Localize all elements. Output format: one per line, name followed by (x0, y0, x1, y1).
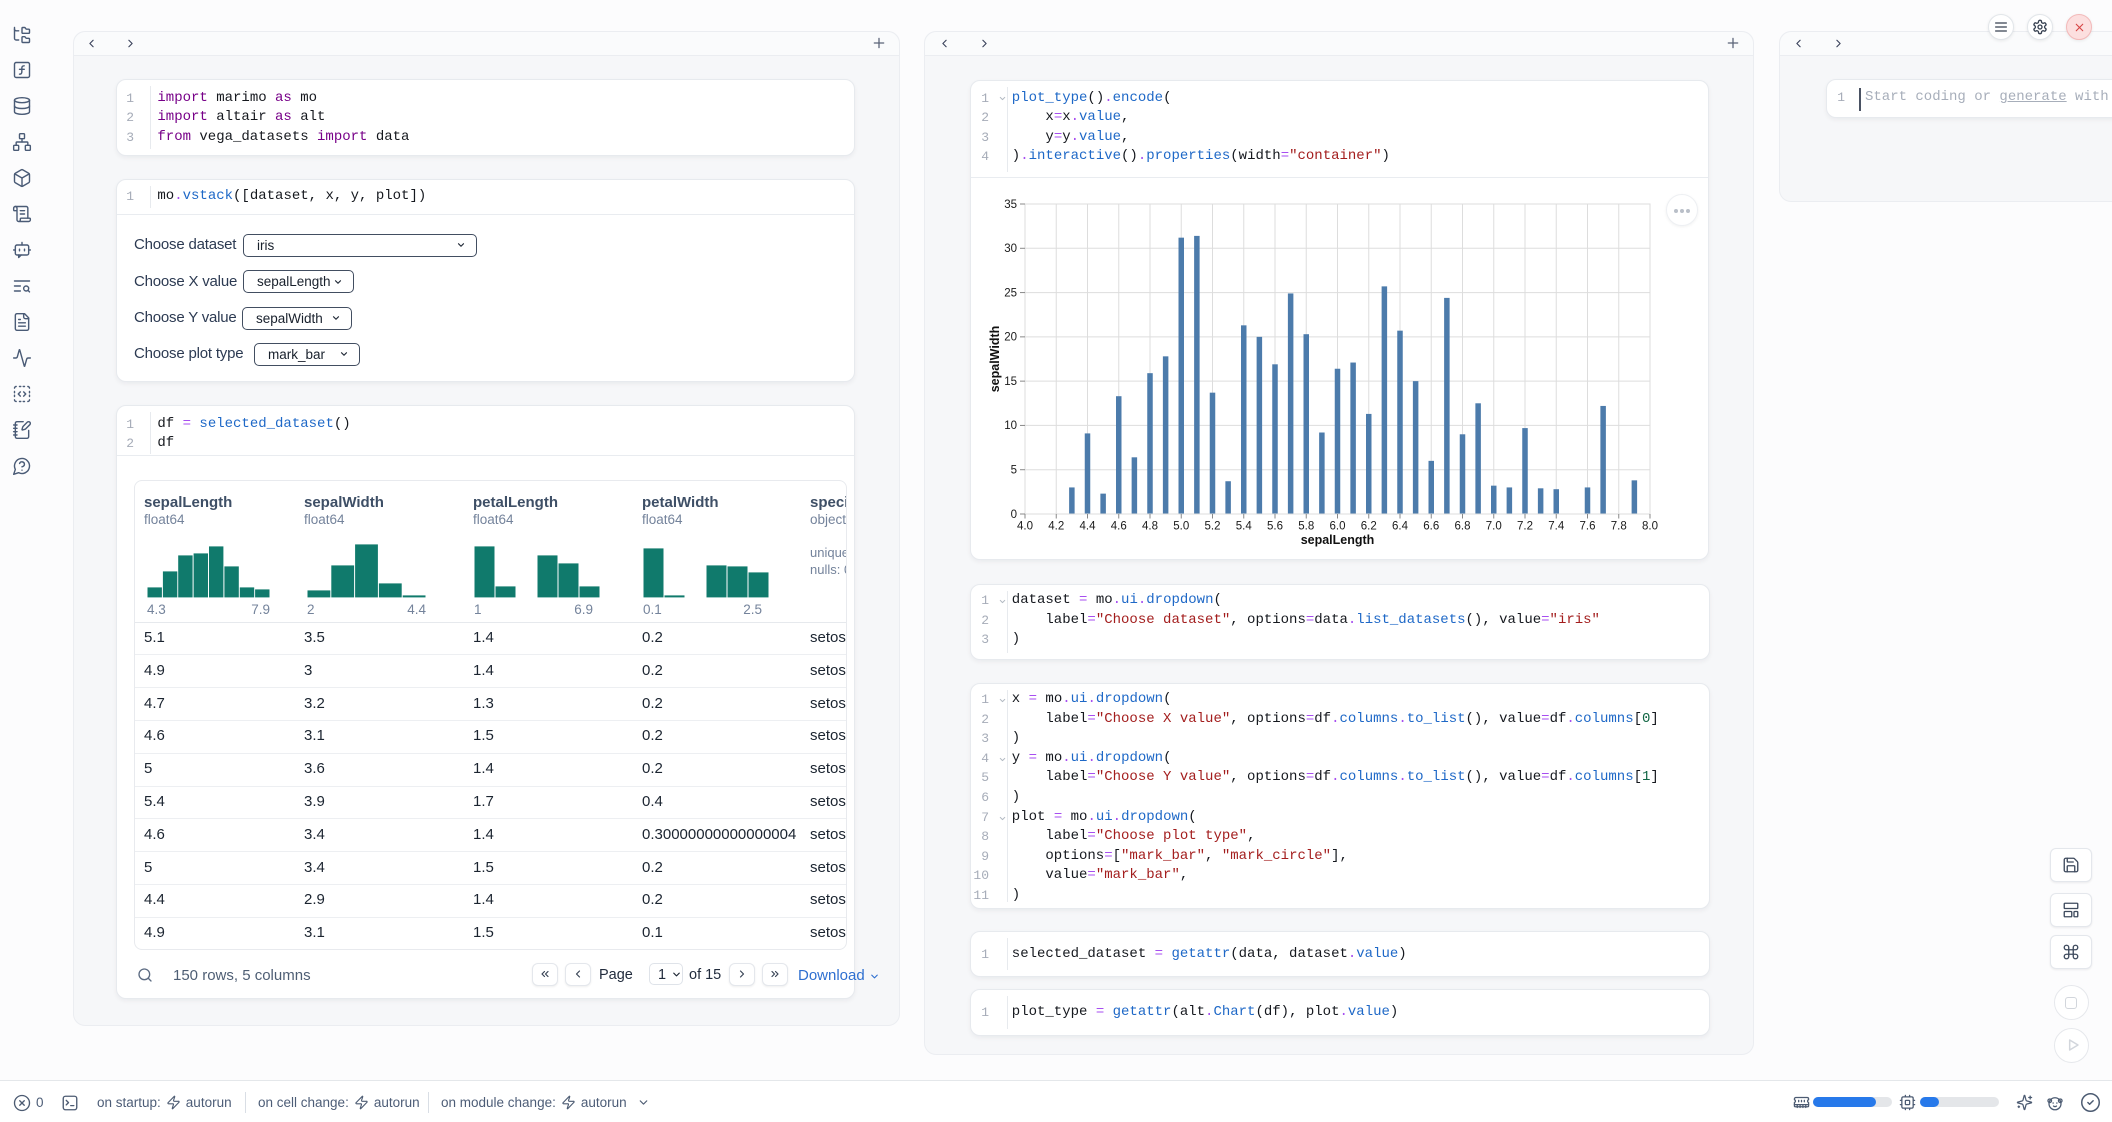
svg-text:7.0: 7.0 (1486, 521, 1502, 533)
svg-text:5.6: 5.6 (1267, 521, 1283, 533)
svg-text:7.8: 7.8 (1611, 521, 1627, 533)
svg-text:5.2: 5.2 (1205, 521, 1221, 533)
svg-text:8.0: 8.0 (1642, 521, 1658, 533)
svg-text:6.6: 6.6 (1423, 521, 1439, 533)
svg-text:5.8: 5.8 (1298, 521, 1314, 533)
svg-text:sepalLength: sepalLength (1301, 533, 1375, 547)
svg-text:0: 0 (1011, 509, 1017, 521)
svg-text:7.6: 7.6 (1580, 521, 1596, 533)
svg-text:25: 25 (1004, 287, 1017, 299)
svg-text:6.0: 6.0 (1330, 521, 1346, 533)
svg-text:4.8: 4.8 (1142, 521, 1158, 533)
svg-text:4.4: 4.4 (1080, 521, 1097, 533)
svg-text:15: 15 (1004, 376, 1017, 388)
svg-text:7.4: 7.4 (1548, 521, 1565, 533)
svg-text:6.2: 6.2 (1361, 521, 1377, 533)
svg-text:7.2: 7.2 (1517, 521, 1533, 533)
svg-text:4.6: 4.6 (1111, 521, 1127, 533)
svg-text:6.4: 6.4 (1392, 521, 1409, 533)
svg-text:4.2: 4.2 (1048, 521, 1064, 533)
svg-text:30: 30 (1004, 243, 1017, 255)
svg-text:4.0: 4.0 (1017, 521, 1033, 533)
svg-text:10: 10 (1004, 420, 1017, 432)
svg-text:5.0: 5.0 (1173, 521, 1189, 533)
svg-text:5: 5 (1011, 465, 1017, 477)
svg-text:35: 35 (1004, 199, 1017, 211)
svg-text:20: 20 (1004, 332, 1017, 344)
svg-text:5.4: 5.4 (1236, 521, 1253, 533)
svg-text:sepalWidth: sepalWidth (988, 326, 1002, 393)
svg-text:6.8: 6.8 (1455, 521, 1471, 533)
